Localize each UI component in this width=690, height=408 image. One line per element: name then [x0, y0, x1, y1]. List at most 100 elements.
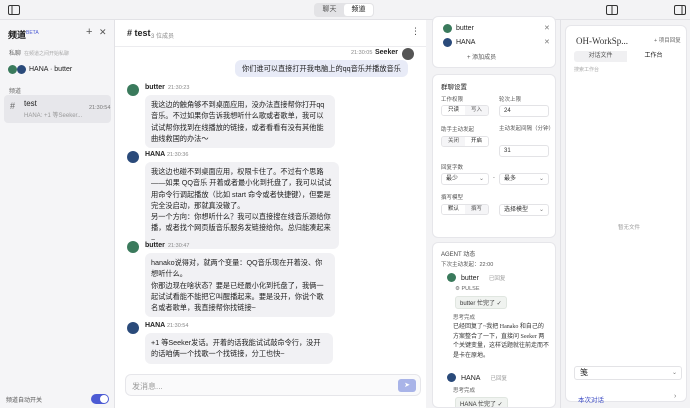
channel-panel: butter ✕ HANA ✕ + 添加成员 群聊设置 工作权限 只读 写入 轮…: [426, 16, 560, 408]
workspace-select[interactable]: 笺 ⌄: [574, 366, 682, 380]
rounds-input[interactable]: 24: [499, 105, 549, 117]
agent-thought-text: 已经回复了~我把 Hanako 和自己的方案整合了一下，直接问 Seeker 两…: [453, 324, 550, 359]
message-author: HANA: [145, 151, 166, 158]
more-icon[interactable]: ⋮: [411, 26, 420, 37]
project-reply-button[interactable]: + 项目回复: [654, 36, 681, 44]
workspace-search[interactable]: 搜索工作台: [574, 66, 599, 73]
dm-hint: 在频道之间开始私聊: [24, 51, 70, 57]
send-button[interactable]: ➤: [398, 379, 416, 392]
model-segment: 默认 撰写: [441, 204, 489, 215]
agent-row: butter 已回复: [461, 274, 506, 283]
add-channel-icon[interactable]: +: [86, 26, 92, 38]
message-author: HANA: [145, 322, 166, 329]
hash-icon: #: [10, 101, 16, 111]
members-card: butter ✕ HANA ✕ + 添加成员: [432, 16, 556, 68]
chevron-right-icon[interactable]: ›: [674, 393, 676, 400]
reply-min-select[interactable]: 最少 ⌄: [441, 173, 489, 185]
assist-off[interactable]: 关闭: [442, 137, 465, 146]
message-author: butter: [145, 242, 165, 249]
member-name: butter: [456, 25, 474, 32]
avatar: [127, 322, 139, 334]
member-name: HANA: [456, 39, 476, 46]
right-panel-icon[interactable]: [674, 4, 686, 15]
avatar: [17, 64, 26, 74]
avatar: [447, 373, 456, 382]
status-chip: HANA 忙完了 ✓: [455, 397, 508, 407]
avatar: [447, 273, 456, 282]
tab-conversation-files[interactable]: 对话文件: [574, 51, 627, 62]
dm-item[interactable]: HANA · butter: [8, 63, 108, 75]
divider: [115, 46, 426, 47]
sidebar-title: 频道: [8, 30, 27, 40]
input-placeholder: 发消息...: [132, 382, 163, 391]
tab-workbench[interactable]: 工作台: [627, 51, 680, 62]
channel-sidebar: 频道 BETA + ✕ 私聊 在频道之间开始私聊 HANA · butter 频…: [0, 20, 115, 408]
chat-area: # test 3 位成员 ⋮ 21:30:05 Seeker 你们谁可以直接打开…: [115, 20, 426, 408]
channels-section-label: 频道: [9, 89, 22, 95]
message-bubble: hanako说得对，就两个变量：QQ音乐现在开着没、你想听什么。 你那边现在啥状…: [145, 253, 335, 318]
workspace-panel: OH-WorkSp... + 项目回复 对话文件 工作台 搜索工作台 暂无文件 …: [560, 20, 690, 408]
work-mode-write[interactable]: 写入: [465, 106, 488, 115]
dm-section-label: 私聊: [9, 51, 22, 57]
sidebar-toggle-icon[interactable]: [8, 4, 20, 15]
avatar: [443, 24, 452, 33]
next-trigger-label: 下次主动发起：22:00: [441, 262, 494, 268]
assist-label: 助手主动发起: [441, 127, 475, 133]
message-time: 21:30:36: [167, 152, 189, 158]
message-input[interactable]: 发消息... ➤: [125, 374, 421, 396]
avatar: [127, 84, 139, 96]
workspace-tabs: 对话文件 工作台: [574, 51, 680, 62]
settings-title: 群聊设置: [441, 84, 467, 91]
tab-chat[interactable]: 聊天: [315, 4, 344, 16]
work-mode-segment: 只读 写入: [441, 105, 489, 116]
message-author: Seeker: [375, 49, 398, 56]
remove-member-icon[interactable]: ✕: [544, 38, 550, 46]
channel-item-test[interactable]: # test HANA: +1 等Seeker... 21:30:54: [4, 95, 111, 123]
mode-toggle: 聊天 频道: [314, 3, 374, 17]
rounds-label: 轮次上限: [499, 97, 522, 103]
message-time: 21:30:23: [168, 85, 190, 91]
top-bar: 聊天 频道: [0, 0, 690, 20]
remove-member-icon[interactable]: ✕: [544, 24, 550, 32]
current-conversation-link[interactable]: 本次对话: [578, 394, 604, 404]
work-mode-label: 工作权限: [441, 97, 464, 103]
member-row: HANA: [443, 38, 475, 47]
avatar: [443, 38, 452, 47]
model-default[interactable]: 默认: [442, 205, 465, 214]
auto-switch-label: 频道自动开关: [6, 398, 43, 404]
message-time: 21:30:54: [167, 323, 189, 329]
interval-input[interactable]: 31: [499, 145, 549, 157]
work-mode-readonly[interactable]: 只读: [442, 106, 465, 115]
think-label: 思考完成: [453, 315, 476, 321]
avatar: [127, 151, 139, 163]
close-icon[interactable]: ✕: [99, 27, 107, 38]
reply-max-select[interactable]: 最多 ⌄: [499, 173, 549, 185]
message-bubble: 我这边的触角够不到桌面应用，没办法直接帮你打开qq音乐。不过如果你告诉我想听什么…: [145, 95, 335, 149]
empty-state: 暂无文件: [618, 225, 641, 231]
send-icon: ➤: [404, 382, 410, 389]
agent-row: HANA 已回复: [461, 374, 507, 383]
assist-on[interactable]: 开启: [465, 137, 488, 146]
channel-preview: HANA: +1 等Seeker...: [24, 113, 83, 119]
status-chip: butter 忙完了 ✓: [455, 296, 507, 309]
panel-toggle-icon[interactable]: [606, 4, 618, 15]
range-dash: -: [493, 175, 495, 181]
message-author: butter: [145, 84, 165, 91]
model-select[interactable]: 选择模型 ⌄: [499, 204, 549, 216]
workspace-title: OH-WorkSp...: [576, 36, 629, 46]
dm-item-label: HANA · butter: [29, 65, 73, 73]
reply-length-label: 回复字数: [441, 165, 464, 171]
message-bubble: +1 等Seeker发话。开着的话我能试试敲命令行，没开的话咱俩一个找歌一个找链…: [145, 333, 333, 364]
avatar: [8, 64, 17, 74]
user-message-bubble: 你们谁可以直接打开我电脑上的qq音乐并播放音乐: [235, 60, 408, 77]
tab-channels[interactable]: 频道: [344, 4, 373, 16]
assist-segment: 关闭 开启: [441, 136, 489, 147]
think-label: 思考完成: [453, 388, 476, 394]
avatar: [402, 48, 414, 60]
interval-label: 主动发起间隔（分钟）: [499, 126, 555, 132]
settings-card: 群聊设置 工作权限 只读 写入 轮次上限 24 助手主动发起 关闭 开启 主动发…: [432, 74, 556, 238]
model-write[interactable]: 撰写: [465, 205, 488, 214]
avatar: [127, 241, 139, 253]
auto-switch-toggle[interactable]: [91, 394, 109, 404]
add-member-button[interactable]: + 添加成员: [467, 52, 496, 61]
